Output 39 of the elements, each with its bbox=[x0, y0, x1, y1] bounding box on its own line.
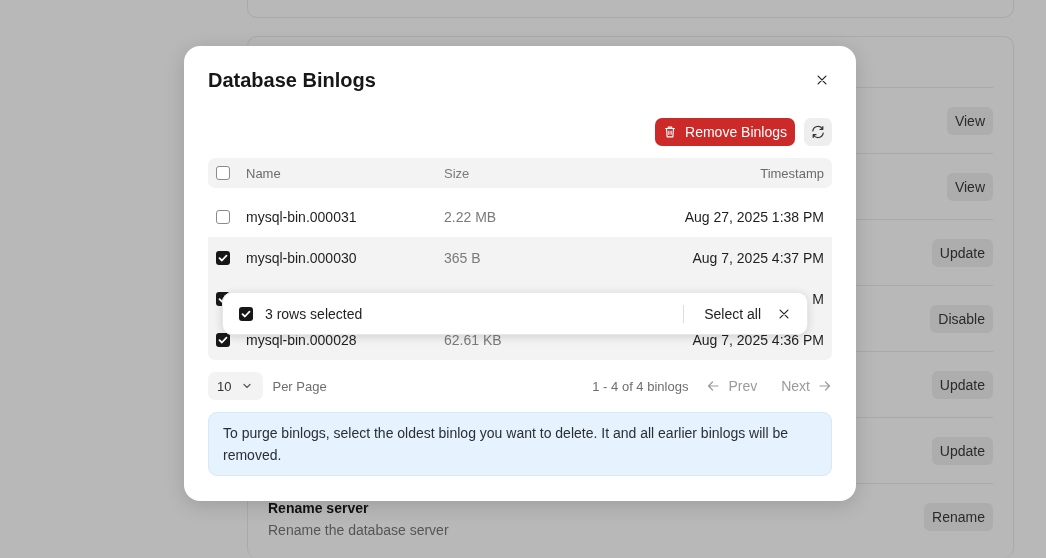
checkbox[interactable] bbox=[216, 209, 230, 224]
column-header: Size bbox=[444, 165, 470, 181]
selection-count: 3 rows selected bbox=[265, 305, 364, 322]
binlog-size: 2.22 MB bbox=[444, 208, 497, 225]
setting-description: Rename the database server bbox=[268, 521, 449, 538]
setting-button[interactable]: Disable bbox=[930, 304, 993, 333]
binlog-timestamp: Aug 7, 2025 4:37 PM bbox=[692, 249, 824, 266]
column-header: Timestamp bbox=[760, 165, 824, 181]
checkbox[interactable] bbox=[216, 250, 230, 265]
binlog-timestamp: M bbox=[812, 290, 824, 307]
remove-binlogs-button[interactable]: Remove Binlogs bbox=[655, 118, 795, 146]
per-page-select[interactable]: 10 bbox=[208, 372, 264, 400]
setting-button[interactable]: Update bbox=[931, 238, 993, 267]
checkbox[interactable] bbox=[239, 306, 253, 321]
info-message: To purge binlogs, select the oldest binlog you want to delete. It and all earlier binlogs will be removed. bbox=[208, 412, 832, 476]
binlog-timestamp: Aug 27, 2025 1:38 PM bbox=[684, 208, 824, 225]
arrow-right-icon bbox=[818, 379, 832, 393]
setting-button[interactable]: View bbox=[946, 172, 993, 201]
arrow-left-icon bbox=[706, 379, 721, 393]
select-all-button[interactable]: Select all bbox=[704, 305, 761, 322]
trash-icon bbox=[663, 125, 678, 139]
column-header: Name bbox=[246, 165, 281, 181]
setting-title: Rename server bbox=[268, 499, 370, 516]
binlog-timestamp: Aug 7, 2025 4:36 PM bbox=[692, 331, 824, 348]
setting-button[interactable]: Update bbox=[931, 436, 993, 465]
checkbox[interactable] bbox=[216, 332, 230, 347]
per-page-label: Per Page bbox=[272, 378, 328, 394]
dialog-title: Database Binlogs bbox=[208, 68, 376, 92]
page-range: 1 - 4 of 4 binlogs bbox=[592, 378, 689, 394]
binlog-name: mysql-bin.000031 bbox=[246, 208, 357, 225]
binlog-name: mysql-bin.000028 bbox=[246, 331, 357, 348]
binlog-size: 365 B bbox=[444, 249, 481, 266]
refresh-icon[interactable] bbox=[804, 118, 832, 146]
binlog-name: mysql-bin.000030 bbox=[246, 249, 357, 266]
setting-button[interactable]: Update bbox=[931, 370, 993, 399]
checkbox[interactable] bbox=[216, 166, 230, 180]
setting-button[interactable]: View bbox=[946, 106, 993, 135]
setting-button[interactable]: Rename bbox=[924, 502, 993, 531]
binlog-size: 62.61 KB bbox=[444, 331, 502, 348]
